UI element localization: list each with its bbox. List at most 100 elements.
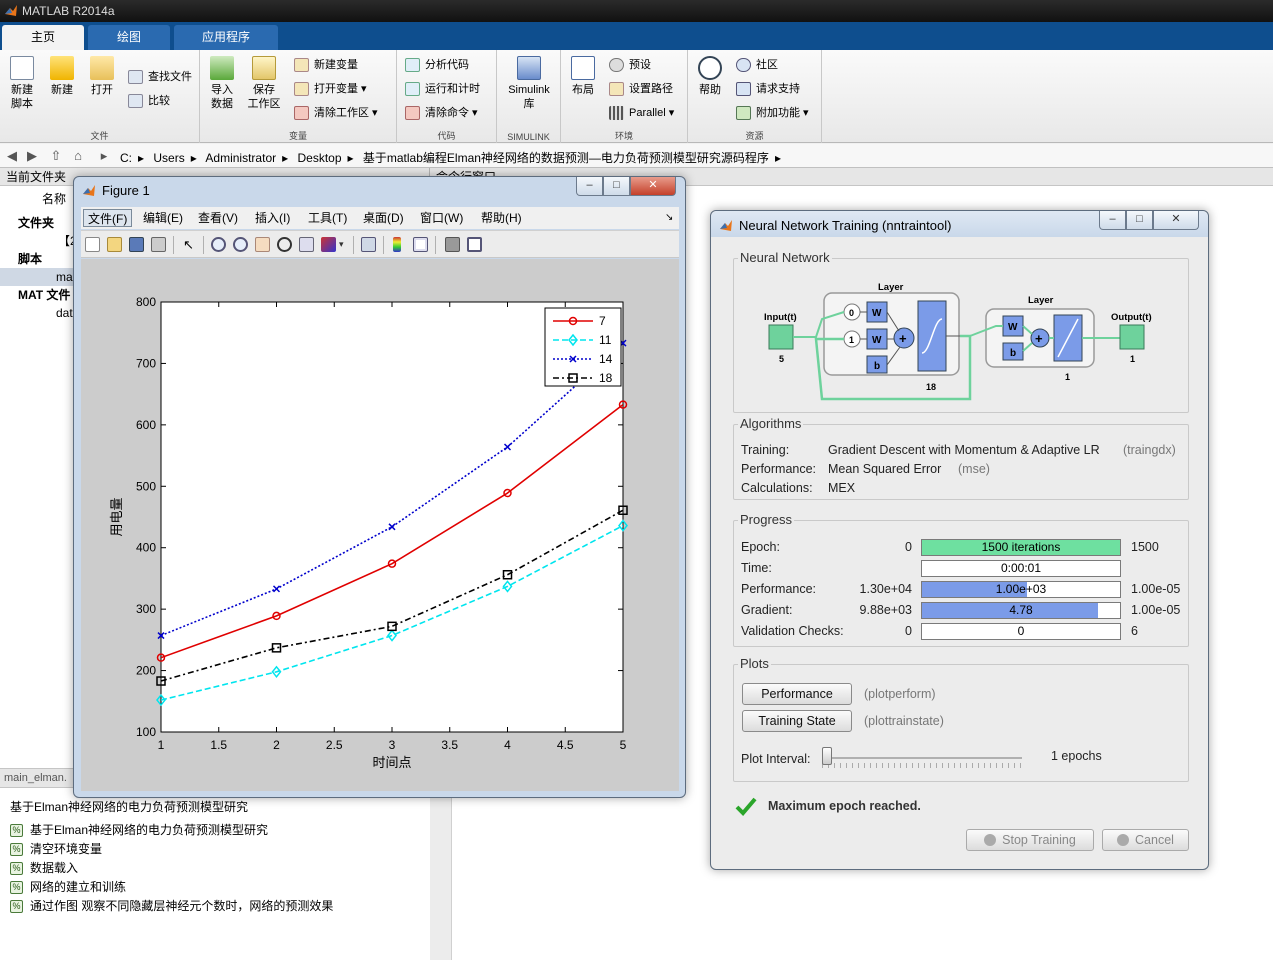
request-support-button[interactable]: 请求支持 — [736, 80, 800, 98]
minimize-button[interactable]: – — [576, 177, 603, 196]
breadcrumb-item[interactable]: Users — [153, 151, 184, 165]
open-file-icon[interactable] — [107, 237, 122, 252]
cell-percent-icon: % — [10, 881, 23, 894]
set-path-button[interactable]: 设置路径 — [609, 80, 673, 98]
menu-help[interactable]: 帮助(H) — [477, 209, 526, 227]
open-variable-button[interactable]: 打开变量 ▾ — [294, 80, 367, 98]
clear-commands-button[interactable]: 清除命令 ▾ — [405, 104, 478, 122]
find-files-button[interactable]: 查找文件 — [128, 68, 192, 86]
pan-hand-icon[interactable] — [255, 237, 270, 252]
menu-insert[interactable]: 插入(I) — [251, 209, 294, 227]
script-item[interactable]: ma — [0, 268, 74, 286]
delay-0-label: 0 — [849, 308, 854, 318]
parallel-button[interactable]: Parallel ▾ — [609, 104, 674, 122]
new-button[interactable]: 新建 — [42, 56, 82, 97]
run-and-time-button[interactable]: 运行和计时 — [405, 80, 480, 98]
breadcrumb[interactable]: C: ▸ Users ▸ Administrator ▸ Desktop ▸ 基于mat… — [120, 149, 787, 166]
new-script-label: 新建 脚本 — [11, 84, 33, 110]
tab-home[interactable]: 主页 — [2, 25, 84, 50]
plot-performance-button[interactable]: Performance — [742, 683, 852, 705]
browse-folder-icon[interactable]: ⌂ — [70, 148, 86, 164]
maximize-button[interactable]: □ — [1126, 211, 1153, 230]
save-figure-icon[interactable] — [129, 237, 144, 252]
colorbar-icon[interactable] — [393, 237, 401, 252]
x-tick-label: 1 — [158, 738, 165, 752]
output-node — [1119, 324, 1145, 350]
community-button[interactable]: 社区 — [736, 56, 778, 74]
show-plot-tools-icon[interactable] — [467, 237, 482, 252]
legend-icon[interactable] — [413, 237, 428, 252]
print-icon[interactable] — [151, 237, 166, 252]
name-column-header[interactable]: 名称 — [42, 190, 66, 208]
analyze-code-icon — [405, 58, 420, 72]
brush-icon[interactable] — [321, 237, 336, 252]
root-folder-icon[interactable]: ▸ — [96, 148, 112, 164]
simulink-library-button[interactable]: Simulink 库 — [503, 56, 555, 111]
link-plot-icon[interactable] — [361, 237, 376, 252]
zoom-in-icon[interactable] — [211, 237, 226, 252]
up-folder-icon[interactable]: ⇧ — [48, 148, 64, 164]
new-figure-icon[interactable] — [85, 237, 100, 252]
y-tick-label: 300 — [136, 602, 156, 616]
cell-list-item[interactable]: % 网络的建立和训练 — [0, 878, 430, 897]
add-ons-button[interactable]: 附加功能 ▾ — [736, 104, 809, 122]
menu-dock-arrow-icon[interactable]: ↘ — [661, 209, 677, 227]
open-button[interactable]: 打开 — [82, 56, 122, 97]
edit-plot-arrow-icon[interactable]: ↖ — [181, 237, 196, 252]
cell-list-item[interactable]: % 通过作图 观察不同隐藏层神经元个数时，网络的预测效果 — [0, 897, 430, 916]
stop-training-button[interactable]: Stop Training — [966, 829, 1094, 851]
plot-interval-slider[interactable] — [822, 747, 832, 765]
group-script[interactable]: 脚本 — [18, 250, 42, 268]
breadcrumb-item[interactable]: C: — [120, 151, 132, 165]
cancel-button[interactable]: Cancel — [1102, 829, 1189, 851]
group-mat-files[interactable]: MAT 文件 — [18, 286, 70, 304]
forward-arrow-icon[interactable]: ▶ — [24, 148, 40, 164]
data-cursor-icon[interactable] — [299, 237, 314, 252]
preferences-button[interactable]: 预设 — [609, 56, 651, 74]
plot-training-state-button[interactable]: Training State — [742, 710, 852, 732]
maximize-button[interactable]: □ — [603, 177, 630, 196]
minimize-button[interactable]: – — [1099, 211, 1126, 230]
group-folder[interactable]: 文件夹 — [18, 214, 54, 232]
progress-row-label: Epoch: — [741, 540, 780, 554]
menu-window[interactable]: 窗口(W) — [416, 209, 467, 227]
back-arrow-icon[interactable]: ◀ — [4, 148, 20, 164]
rotate-3d-icon[interactable] — [277, 237, 292, 252]
close-button[interactable]: ✕ — [1153, 211, 1199, 230]
simulink-library-label: Simulink 库 — [508, 84, 550, 110]
community-icon — [736, 58, 751, 72]
menu-file[interactable]: 文件(F) — [83, 209, 133, 227]
tab-plots[interactable]: 绘图 — [88, 25, 170, 50]
figure-window[interactable]: Figure 1 – □ ✕ 文件(F) 编辑(E) 查看(V) 插入(I) 工… — [73, 176, 686, 798]
menu-view[interactable]: 查看(V) — [194, 209, 242, 227]
cell-list-item[interactable]: % 清空环境变量 — [0, 840, 430, 859]
compare-button[interactable]: 比较 — [128, 92, 170, 110]
breadcrumb-item[interactable]: Desktop — [297, 151, 341, 165]
hide-plot-tools-icon[interactable] — [445, 237, 460, 252]
import-data-button[interactable]: 导入 数据 — [202, 56, 242, 111]
brush-dropdown-icon[interactable]: ▾ — [339, 237, 347, 252]
cell-list-item[interactable]: % 基于Elman神经网络的电力负荷预测模型研究 — [0, 821, 430, 840]
analyze-code-button[interactable]: 分析代码 — [405, 56, 469, 74]
new-script-button[interactable]: 新建 脚本 — [2, 56, 42, 111]
menu-desktop[interactable]: 桌面(D) — [359, 209, 408, 227]
menu-edit[interactable]: 编辑(E) — [139, 209, 187, 227]
breadcrumb-item[interactable]: 基于matlab编程Elman神经网络的数据预测—电力负荷预测模型研究源码程序 — [363, 151, 769, 165]
nntraintool-window[interactable]: Neural Network Training (nntraintool) – … — [710, 210, 1209, 870]
clear-workspace-button[interactable]: 清除工作区 ▾ — [294, 104, 378, 122]
save-workspace-button[interactable]: 保存 工作区 — [244, 56, 284, 111]
mat-item[interactable]: dat — [56, 304, 73, 322]
zoom-out-icon[interactable] — [233, 237, 248, 252]
performance-label: Performance: — [741, 462, 817, 476]
new-variable-button[interactable]: 新建变量 — [294, 56, 358, 74]
layout-button[interactable]: 布局 — [563, 56, 603, 97]
ribbon-section-environment: 布局 预设 设置路径 Parallel ▾ 环境 — [561, 50, 688, 143]
ribbon-section-resources-label: 资源 — [745, 131, 764, 141]
cell-list-item[interactable]: % 数据载入 — [0, 859, 430, 878]
cell-label: 清空环境变量 — [30, 842, 103, 856]
help-button[interactable]: 帮助 — [690, 56, 730, 97]
close-button[interactable]: ✕ — [630, 177, 676, 196]
menu-tools[interactable]: 工具(T) — [304, 209, 351, 227]
breadcrumb-item[interactable]: Administrator — [205, 151, 276, 165]
tab-apps[interactable]: 应用程序 — [174, 25, 278, 50]
